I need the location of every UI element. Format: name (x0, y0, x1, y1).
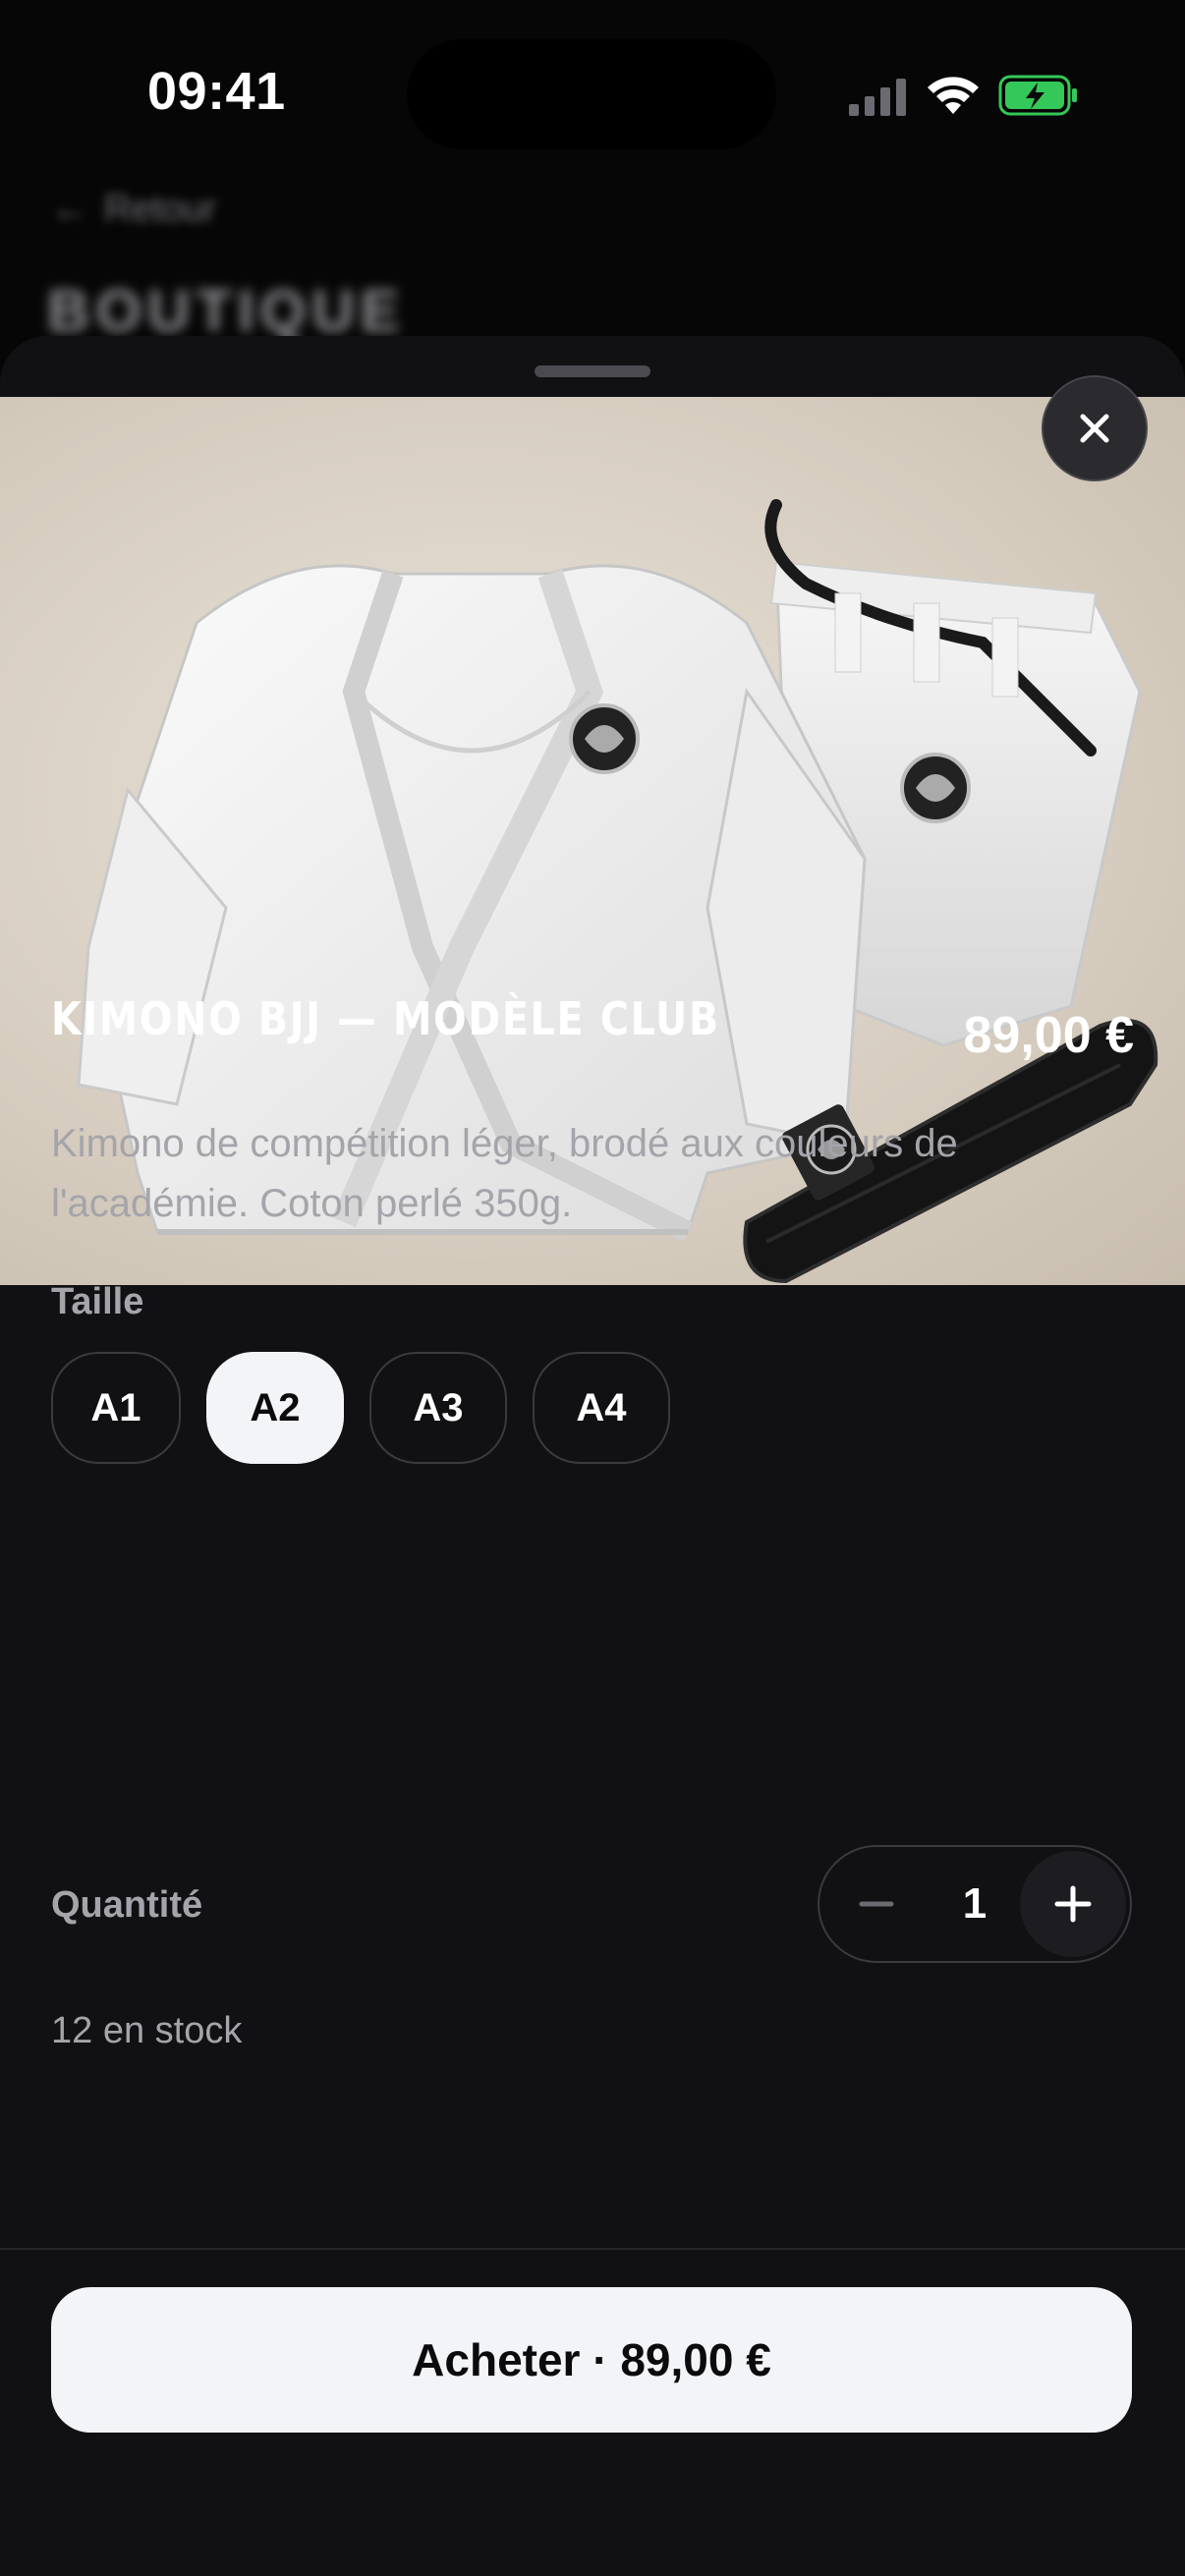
back-label: Retour (104, 189, 217, 230)
cellular-signal-icon (849, 79, 906, 116)
app-screen: 09:41 ← Retour BOUTIQUE KIMONO BJJ — MOD… (0, 0, 1185, 2576)
size-option-label: A1 (90, 1385, 141, 1429)
status-time: 09:41 (147, 62, 286, 121)
size-option-a4[interactable]: A4 (533, 1352, 670, 1464)
minus-icon (859, 1901, 894, 1907)
product-price: 89,00 € (963, 1007, 1135, 1064)
arrow-left-icon: ← (51, 189, 88, 230)
size-option-label: A4 (576, 1385, 627, 1429)
plus-icon (1054, 1885, 1092, 1923)
increase-quantity-button[interactable] (1019, 1851, 1126, 1957)
sheet-grabber[interactable] (535, 365, 650, 377)
size-selector: A1 A2 A3 A4 (51, 1352, 670, 1464)
decrease-quantity-button[interactable] (823, 1851, 930, 1957)
size-option-label: A3 (413, 1385, 464, 1429)
product-description: Kimono de compétition léger, brodé aux c… (51, 1122, 958, 1225)
background-page-title: BOUTIQUE (47, 278, 406, 344)
back-link: ← Retour (51, 189, 216, 231)
stock-count: 12 en stock (51, 2010, 243, 2051)
buy-button-label: Acheter · 89,00 € (412, 2334, 771, 2385)
size-option-a3[interactable]: A3 (369, 1352, 507, 1464)
buy-button[interactable]: Acheter · 89,00 € (51, 2287, 1132, 2433)
size-label: Taille (51, 1281, 144, 1322)
size-option-label: A2 (250, 1385, 301, 1429)
wifi-icon (928, 77, 979, 114)
dynamic-island (407, 39, 776, 149)
close-icon (1080, 414, 1109, 443)
size-option-a2[interactable]: A2 (206, 1352, 344, 1464)
product-title: KIMONO BJJ — MODÈLE CLUB (51, 992, 720, 1045)
footer-divider (0, 2248, 1185, 2250)
quantity-label: Quantité (51, 1884, 203, 1926)
size-option-a1[interactable]: A1 (51, 1352, 181, 1464)
close-button[interactable] (1042, 375, 1148, 481)
quantity-stepper: 1 (818, 1845, 1132, 1963)
battery-charging-icon (998, 75, 1077, 116)
quantity-value: 1 (962, 1879, 988, 1928)
